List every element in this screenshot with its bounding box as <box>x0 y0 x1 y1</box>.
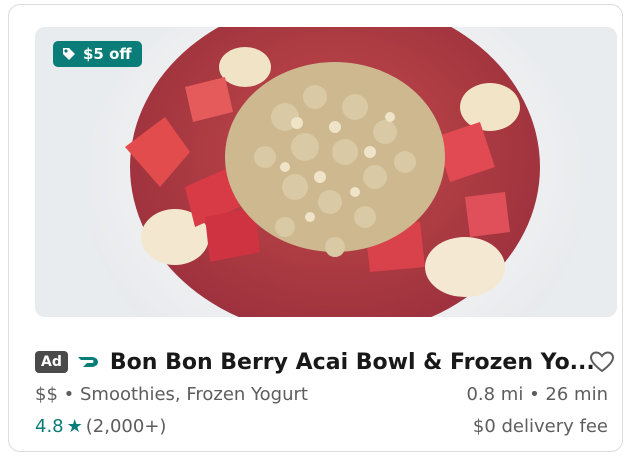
distance: 0.8 mi <box>466 384 524 405</box>
eta: 26 min <box>545 384 608 405</box>
store-meta-right: 0.8 mi • 26 min $0 delivery fee <box>466 383 608 439</box>
store-meta-left: $$ • Smoothies, Frozen Yogurt 4.8 ★ (2,000… <box>35 383 308 439</box>
heart-icon[interactable] <box>589 350 615 374</box>
rating-value: 4.8 <box>35 416 64 437</box>
distance-eta-row: 0.8 mi • 26 min <box>466 383 608 407</box>
store-name[interactable]: Bon Bon Berry Acai Bowl & Frozen Yo... <box>110 350 596 375</box>
rating-count: (2,000+) <box>85 416 167 437</box>
store-card[interactable]: $5 off Ad Bon Bon Berry Acai Bowl & Froz… <box>8 4 623 452</box>
delivery-fee: $0 delivery fee <box>472 416 608 437</box>
rating-row: 4.8 ★ (2,000+) <box>35 415 308 439</box>
dashpass-icon <box>77 357 98 367</box>
star-icon: ★ <box>66 416 83 437</box>
store-title-row[interactable]: Ad Bon Bon Berry Acai Bowl & Frozen Yo..… <box>35 345 617 379</box>
tag-icon <box>63 48 75 60</box>
acai-bowl-image <box>35 27 617 317</box>
store-photo[interactable]: $5 off <box>35 27 617 317</box>
promo-badge: $5 off <box>53 41 142 67</box>
separator: • <box>529 384 540 405</box>
ad-badge: Ad <box>35 351 68 373</box>
price-category-row: $$ • Smoothies, Frozen Yogurt <box>35 383 308 407</box>
separator: • <box>63 384 75 405</box>
categories: Smoothies, Frozen Yogurt <box>80 384 308 405</box>
price-range: $$ <box>35 384 58 405</box>
promo-label: $5 off <box>83 45 132 63</box>
